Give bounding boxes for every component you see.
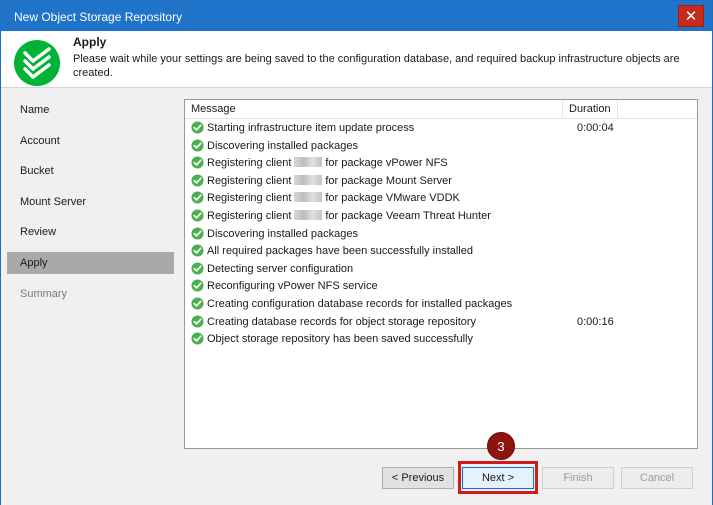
dialog-window: New Object Storage Repository ✕ Apply Pl…	[0, 0, 713, 505]
log-message: Discovering installed packages	[207, 227, 358, 241]
log-row[interactable]: Discovering installed packages	[185, 225, 697, 243]
log-message: Detecting server configuration	[207, 262, 353, 276]
redacted-client-name	[294, 157, 323, 168]
column-header-duration[interactable]: Duration	[563, 100, 618, 119]
log-message-suffix: for package VMware VDDK	[325, 192, 460, 205]
log-duration: 0:00:16	[577, 315, 614, 328]
log-row[interactable]: Registering client for package VMware VDD…	[185, 189, 697, 207]
wizard-header: Apply Please wait while your settings ar…	[1, 31, 712, 88]
nav-step-review[interactable]: Review	[7, 221, 174, 243]
success-check-icon	[191, 209, 204, 222]
success-check-icon	[191, 174, 204, 187]
redacted-client-name	[294, 174, 323, 185]
log-message-suffix: for package vPower NFS	[325, 157, 448, 170]
page-description: Please wait while your settings are bein…	[73, 53, 680, 79]
log-message: All required packages have been successf…	[207, 244, 473, 258]
success-check-icon	[191, 297, 204, 310]
log-message-suffix: for package Mount Server	[325, 174, 452, 187]
log-message: Discovering installed packages	[207, 139, 358, 153]
log-message: Reconfiguring vPower NFS service	[207, 279, 378, 293]
column-header-message[interactable]: Message	[185, 100, 563, 119]
finish-button: Finish	[542, 467, 614, 489]
nav-step-account[interactable]: Account	[7, 130, 174, 152]
log-row[interactable]: Creating database records for object sto…	[185, 313, 697, 331]
log-message-text: All required packages have been successf…	[207, 245, 473, 258]
log-message-text: Detecting server configuration	[207, 262, 354, 275]
success-check-icon	[191, 191, 204, 204]
log-message: Registering client for package vPower NFS	[207, 156, 448, 170]
log-row[interactable]: Discovering installed packages	[185, 137, 697, 155]
veeam-logo-icon	[14, 40, 60, 86]
log-row[interactable]: Creating configuration database records …	[185, 295, 697, 313]
log-message-text: Registering client	[207, 192, 292, 205]
log-rows: Starting infrastructure item update proc…	[185, 119, 697, 348]
success-check-icon	[191, 262, 204, 275]
close-button[interactable]: ✕	[678, 5, 704, 27]
log-row[interactable]: All required packages have been successf…	[185, 242, 697, 260]
wizard-steps-nav: Name Account Bucket Mount Server Review …	[1, 89, 179, 459]
previous-button[interactable]: < Previous	[382, 467, 454, 489]
success-check-icon	[191, 121, 204, 134]
nav-step-bucket[interactable]: Bucket	[7, 160, 174, 182]
log-row[interactable]: Starting infrastructure item update proc…	[185, 119, 697, 137]
cancel-button: Cancel	[621, 467, 693, 489]
success-check-icon	[191, 332, 204, 345]
progress-log-list[interactable]: Message Duration Starting infrastructure…	[184, 99, 698, 449]
success-check-icon	[191, 279, 204, 292]
log-message: Registering client for package Mount Serv…	[207, 174, 452, 188]
log-message-text: Creating configuration database records …	[207, 297, 513, 310]
log-message: Starting infrastructure item update proc…	[207, 121, 414, 135]
log-message: Creating configuration database records …	[207, 297, 512, 311]
nav-step-mount-server[interactable]: Mount Server	[7, 191, 174, 213]
nav-step-summary: Summary	[20, 288, 68, 300]
page-title: Apply	[73, 35, 107, 49]
log-message-text: Registering client	[207, 174, 292, 187]
log-message: Registering client for package VMware VDD…	[207, 191, 460, 205]
success-check-icon	[191, 314, 204, 328]
success-check-icon	[191, 227, 204, 240]
log-message-text: Discovering installed packages	[207, 227, 359, 240]
nav-step-name[interactable]: Name	[7, 99, 174, 121]
log-message-text: Reconfiguring vPower NFS service	[207, 280, 378, 293]
log-message-text: Object storage repository has been saved…	[207, 333, 473, 346]
log-message-text: Registering client	[207, 157, 292, 170]
log-row[interactable]: Reconfiguring vPower NFS service	[185, 277, 697, 295]
log-message-suffix: for package Veeam Threat Hunter	[325, 209, 491, 222]
title-bar: New Object Storage Repository ✕	[1, 1, 712, 31]
log-row[interactable]: Registering client for package Mount Serv…	[185, 172, 697, 190]
redacted-client-name	[294, 192, 323, 203]
log-header: Message Duration	[185, 100, 697, 119]
log-row[interactable]: Registering client for package vPower NFS	[185, 154, 697, 172]
log-message-text: Registering client	[207, 209, 292, 222]
success-check-icon	[191, 156, 204, 169]
log-message: Object storage repository has been saved…	[207, 332, 473, 346]
success-check-icon	[191, 139, 204, 152]
log-message: Creating database records for object sto…	[207, 315, 476, 329]
log-message-text: Discovering installed packages	[207, 139, 359, 152]
log-row[interactable]: Detecting server configuration	[185, 260, 697, 278]
log-row[interactable]: Object storage repository has been saved…	[185, 330, 697, 348]
log-message-text: Creating database records for object sto…	[207, 315, 477, 328]
step-number-badge: 3	[487, 432, 515, 460]
log-duration: 0:00:04	[577, 122, 614, 134]
redacted-client-name	[294, 209, 323, 220]
window-title: New Object Storage Repository	[14, 10, 183, 24]
success-check-icon	[191, 244, 204, 257]
log-row[interactable]: Registering client for package Veeam Thre…	[185, 207, 697, 225]
next-button-highlight-box	[458, 461, 538, 494]
nav-step-apply[interactable]: Apply	[7, 252, 174, 274]
log-message-text: Starting infrastructure item update proc…	[207, 122, 415, 134]
log-message: Registering client for package Veeam Thre…	[207, 209, 491, 223]
